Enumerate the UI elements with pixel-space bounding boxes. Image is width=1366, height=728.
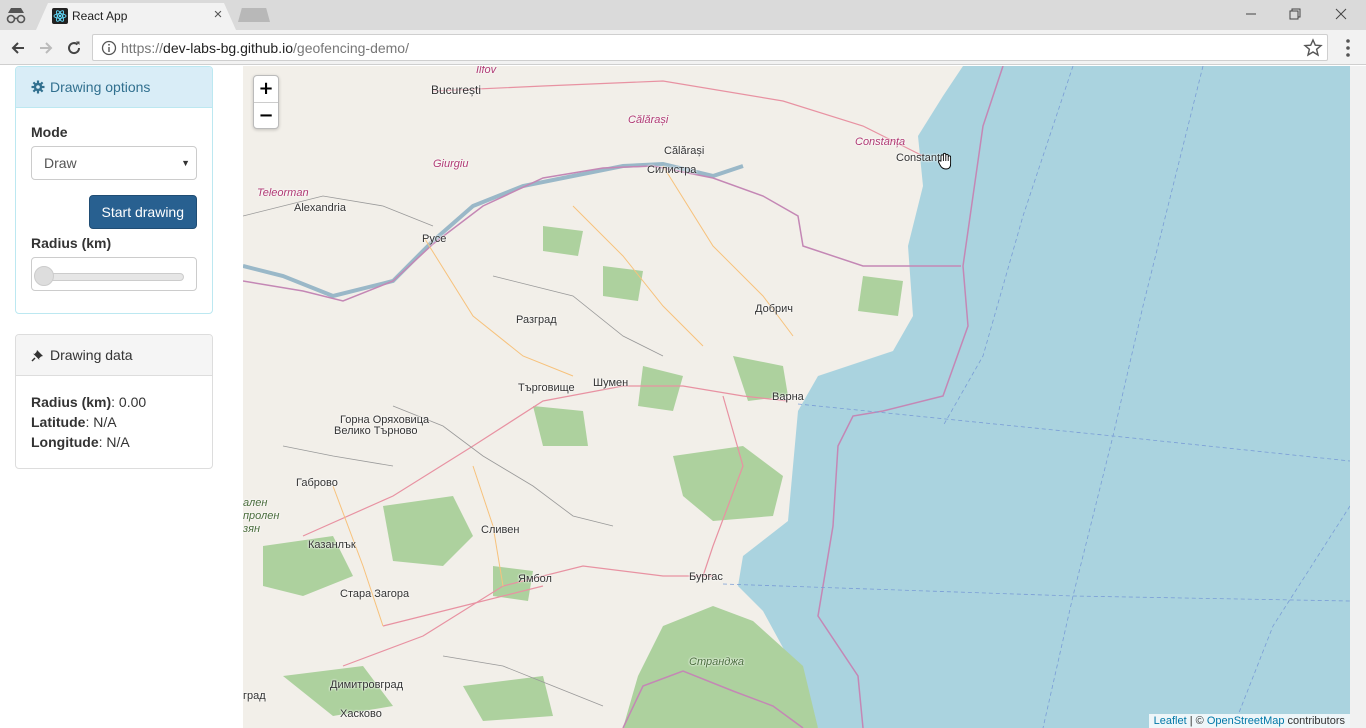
place-stara-zagora: Стара Загора: [340, 588, 410, 600]
start-drawing-button[interactable]: Start drawing: [88, 195, 197, 229]
radius-label: Radius (km): [31, 235, 112, 251]
page: Drawing options Mode Draw ▼ Start drawin…: [0, 66, 1366, 728]
tab-close-icon[interactable]: ×: [210, 6, 226, 24]
map[interactable]: Ilfov București Călărași Călărași Силист…: [243, 66, 1350, 728]
place-targovishte: Търговище: [518, 382, 575, 394]
place-varna: Варна: [772, 391, 804, 403]
radius-slider[interactable]: [31, 257, 197, 291]
react-favicon-icon: [52, 8, 68, 24]
place-teleorman: Teleorman: [257, 187, 309, 199]
chevron-down-icon: ▼: [181, 158, 190, 168]
reload-icon[interactable]: [62, 36, 86, 60]
drawing-data-heading: Drawing data: [16, 335, 212, 376]
place-giurgiu: Giurgiu: [433, 158, 469, 170]
radius-slider-track: [38, 273, 184, 281]
zoom-in-button[interactable]: +: [254, 76, 278, 102]
place-ruse: Русе: [422, 233, 447, 245]
info-icon[interactable]: [101, 40, 117, 56]
place-razgrad: Разград: [516, 314, 557, 326]
hand-cursor-icon: [938, 152, 952, 170]
pushpin-icon: [31, 350, 43, 362]
tab-strip: React App ×: [0, 0, 1366, 30]
menu-icon[interactable]: [1338, 36, 1358, 60]
osm-link[interactable]: OpenStreetMap: [1207, 715, 1285, 727]
place-alexandria: Alexandria: [294, 202, 346, 214]
tab-react-app[interactable]: React App ×: [36, 3, 236, 30]
star-icon[interactable]: [1303, 38, 1323, 58]
zoom-out-button[interactable]: −: [254, 102, 278, 128]
place-edge-3: зян: [243, 523, 261, 535]
place-dobrich: Добрич: [755, 303, 793, 315]
tab-title: React App: [72, 9, 128, 23]
radius-data: Radius (km): 0.00: [31, 394, 147, 410]
page-scrollbar[interactable]: [1350, 66, 1366, 728]
place-calarasi-region: Călărași: [628, 114, 669, 126]
place-haskovo: Хасково: [340, 708, 382, 720]
drawing-data-panel: Drawing data Radius (km): 0.00 Latitude:…: [15, 334, 213, 469]
place-sliven: Сливен: [481, 524, 520, 536]
place-edge-4: град: [243, 690, 266, 702]
leaflet-link[interactable]: Leaflet: [1154, 715, 1187, 727]
radius-slider-thumb[interactable]: [34, 266, 54, 286]
gear-icon: [31, 80, 45, 94]
drawing-options-heading: Drawing options: [16, 67, 212, 108]
place-kazanlak: Казанлък: [308, 539, 356, 551]
address-bar[interactable]: https://dev-labs-bg.github.io/geofencing…: [92, 34, 1328, 61]
drawing-options-title: Drawing options: [50, 79, 151, 95]
place-ilfov: Ilfov: [476, 66, 497, 76]
zoom-control: + −: [253, 75, 279, 129]
drawing-options-panel: Drawing options Mode Draw ▼ Start drawin…: [15, 66, 213, 314]
place-dimitrovgrad: Димитровград: [330, 679, 404, 691]
sidebar: Drawing options Mode Draw ▼ Start drawin…: [15, 66, 213, 489]
mode-select-value: Draw: [44, 155, 77, 171]
place-silistra: Силистра: [647, 164, 697, 176]
browser-toolbar: https://dev-labs-bg.github.io/geofencing…: [0, 30, 1366, 65]
latitude-data: Latitude: N/A: [31, 414, 117, 430]
place-constanta-region: Constanța: [855, 136, 906, 148]
minimize-icon[interactable]: [1228, 0, 1274, 28]
place-strandzha: Странджа: [689, 656, 745, 668]
place-edge-2: пролен: [243, 510, 280, 522]
close-window-icon[interactable]: [1318, 0, 1364, 28]
drawing-data-title: Drawing data: [50, 347, 133, 363]
place-gabrovo: Габрово: [296, 477, 338, 489]
place-calarasi: Călărași: [664, 145, 705, 157]
place-burgas: Бургас: [689, 571, 723, 583]
new-tab-button[interactable]: [238, 8, 270, 22]
map-attribution: Leaflet | © OpenStreetMap contributors: [1148, 714, 1350, 728]
place-edge-1: ален: [243, 497, 268, 509]
longitude-data: Longitude: N/A: [31, 434, 130, 450]
place-yambol: Ямбол: [518, 573, 552, 585]
incognito-icon: [6, 8, 26, 24]
mode-label: Mode: [31, 124, 68, 140]
forward-icon[interactable]: [34, 36, 58, 60]
mode-select[interactable]: Draw ▼: [31, 146, 197, 180]
place-veliko: Велико Търново: [334, 425, 418, 437]
restore-icon[interactable]: [1272, 0, 1318, 28]
place-bucuresti: București: [431, 83, 482, 97]
place-shumen: Шумен: [593, 377, 629, 389]
back-icon[interactable]: [6, 36, 30, 60]
url-text: https://dev-labs-bg.github.io/geofencing…: [121, 40, 409, 56]
